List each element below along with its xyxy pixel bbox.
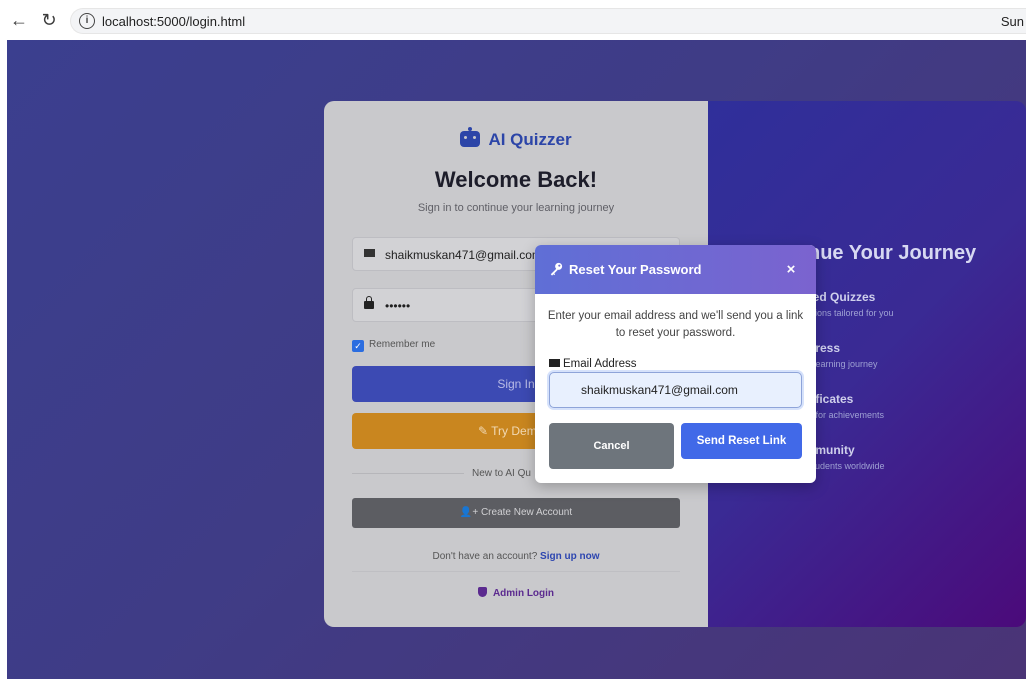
divider-bottom — [352, 571, 680, 572]
reset-email-input[interactable] — [549, 372, 802, 408]
page-title: Welcome Back! — [434, 167, 598, 192]
page-background: AI Quizzer Welcome Back! Sign in to cont… — [7, 40, 1026, 679]
remember-checkbox[interactable]: ✓ — [352, 340, 364, 352]
modal-title: Reset Your Password — [569, 262, 702, 277]
create-account-label: Create New Account — [480, 507, 573, 518]
divider-text: New to AI Qu — [464, 468, 539, 479]
shield-icon — [477, 587, 487, 597]
pencil-icon: ✎ — [477, 424, 489, 438]
sign-up-link[interactable]: Sign up now — [540, 551, 599, 562]
close-icon[interactable]: × — [782, 261, 800, 279]
envelope-icon — [364, 248, 375, 260]
send-reset-link-button[interactable]: Send Reset Link — [681, 423, 802, 459]
envelope-icon — [549, 359, 560, 367]
modal-header: Reset Your Password × — [535, 245, 816, 294]
modal-message: Enter your email address and we'll send … — [547, 310, 804, 339]
site-info-icon[interactable]: i — [79, 13, 95, 29]
feature-desc: students worldwide — [808, 461, 885, 471]
reload-icon[interactable]: ↻ — [38, 9, 60, 31]
password-value: •••••• — [385, 299, 411, 313]
browser-toolbar: ← ↻ i localhost:5000/login.html Sun — [0, 0, 1026, 40]
remember-me[interactable]: ✓ Remember me — [352, 339, 435, 352]
robot-icon — [460, 127, 481, 147]
signup-prompt-text: Don't have an account? — [432, 551, 538, 562]
lock-icon — [364, 296, 374, 310]
email-label-text: Email Address — [563, 358, 637, 370]
feature-title: red Quizzes — [808, 290, 876, 304]
key-icon — [550, 262, 563, 276]
features-title: nue Your Journey — [808, 242, 977, 264]
email-value: shaikmuskan471@gmail.com — [385, 248, 542, 262]
feature-desc: stions tailored for you — [808, 308, 894, 318]
back-arrow-icon[interactable]: ← — [8, 9, 30, 31]
admin-login-label: Admin Login — [492, 588, 555, 599]
create-account-button[interactable]: 👤+ Create New Account — [352, 498, 680, 528]
page-subtitle: Sign in to continue your learning journe… — [417, 202, 615, 214]
cancel-button[interactable]: Cancel — [549, 423, 674, 469]
remember-label: Remember me — [369, 339, 436, 350]
url-text: localhost:5000/login.html — [102, 14, 246, 29]
brand: AI Quizzer — [324, 127, 708, 150]
address-bar-trailing-text: Sun — [1000, 14, 1024, 29]
signup-prompt: Don't have an account? Sign up now — [324, 551, 708, 562]
address-bar[interactable]: i localhost:5000/login.html Sun — [70, 8, 1026, 34]
feature-desc: d for achievements — [808, 410, 885, 420]
admin-login-link[interactable]: Admin Login — [324, 587, 708, 599]
reset-password-modal: Reset Your Password × Enter your email a… — [535, 245, 816, 483]
email-label: Email Address — [549, 358, 637, 370]
feature-desc: r learning journey — [808, 359, 878, 369]
brand-name: AI Quizzer — [488, 130, 572, 149]
user-plus-icon: 👤+ — [459, 507, 479, 518]
